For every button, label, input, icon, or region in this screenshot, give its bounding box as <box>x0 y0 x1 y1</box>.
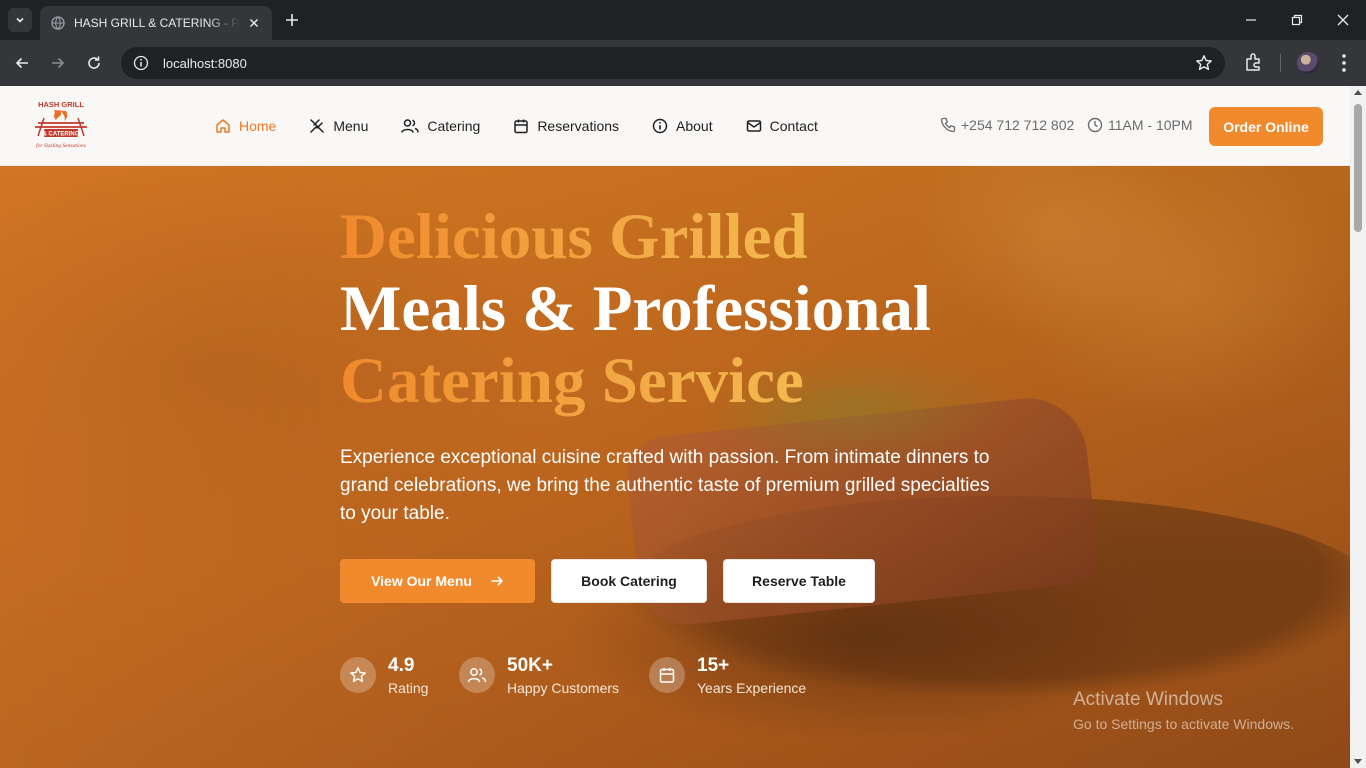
more-menu-icon[interactable] <box>1334 52 1354 74</box>
clock-icon <box>1087 117 1103 133</box>
stat-customers-badge <box>459 657 495 693</box>
svg-text:HASH GRILL: HASH GRILL <box>38 100 84 109</box>
nav-label-contact: Contact <box>769 118 818 134</box>
nav-label-home: Home <box>239 118 277 134</box>
reload-button[interactable] <box>82 51 106 75</box>
nav-label-reservations: Reservations <box>537 118 620 134</box>
site-header: HASH GRILL & CATERING for Sizzling Sensa… <box>0 86 1350 166</box>
arrow-right-icon <box>491 576 504 586</box>
back-button[interactable] <box>10 51 34 75</box>
site-info-icon[interactable] <box>133 55 149 71</box>
url-text: localhost:8080 <box>163 55 247 71</box>
nav-item-contact[interactable]: Contact <box>746 114 818 138</box>
browser-tabstrip: HASH GRILL & CATERING - Premium Grill & … <box>0 0 1366 40</box>
browser-tab-active[interactable]: HASH GRILL & CATERING - Premium Grill & … <box>40 6 272 40</box>
globe-icon <box>50 15 66 31</box>
stat-rating: 4.9 Rating <box>340 654 428 698</box>
tab-title: HASH GRILL & CATERING - Premium Grill & … <box>74 16 240 30</box>
restore-icon <box>1291 14 1303 26</box>
tab-close-icon[interactable] <box>246 15 262 31</box>
watermark-subtitle: Go to Settings to activate Windows. <box>1073 716 1294 732</box>
stat-customers: 50K+ Happy Customers <box>459 654 619 698</box>
nav-item-home[interactable]: Home <box>215 114 276 138</box>
toolbar-divider <box>1280 54 1281 72</box>
svg-text:for Sizzling Sensations: for Sizzling Sensations <box>36 142 86 149</box>
stat-rating-label: Rating <box>388 680 429 696</box>
reserve-table-button[interactable]: Reserve Table <box>723 559 875 603</box>
bookmark-star-icon[interactable] <box>1195 54 1213 72</box>
forward-button[interactable] <box>46 51 70 75</box>
view-menu-button[interactable]: View Our Menu <box>340 559 535 603</box>
address-bar[interactable]: localhost:8080 <box>121 47 1225 79</box>
home-icon <box>216 119 230 133</box>
hero-intro-text: Experience exceptional cuisine crafted w… <box>340 447 990 524</box>
scroll-down-arrow-icon[interactable] <box>1354 759 1362 764</box>
close-icon <box>1337 14 1349 26</box>
watermark-title: Activate Windows <box>1073 689 1223 710</box>
mail-icon <box>746 120 761 132</box>
arrow-right-icon <box>52 57 65 69</box>
new-tab-button[interactable] <box>282 10 302 30</box>
stat-experience-label: Years Experience <box>697 680 807 696</box>
nav-item-menu[interactable]: Menu <box>309 114 368 138</box>
utensils-icon <box>310 119 325 133</box>
info-icon <box>652 118 668 134</box>
phone-icon <box>940 117 956 133</box>
stat-customers-label: Happy Customers <box>507 680 620 696</box>
page-viewport: HASH GRILL & CATERING for Sizzling Sensa… <box>0 86 1350 768</box>
headline-line-2: Meals & Professional <box>340 273 931 345</box>
nav-item-about[interactable]: About <box>652 114 713 138</box>
scrollbar-thumb[interactable] <box>1354 104 1362 232</box>
stat-customers-value: 50K+ <box>507 655 553 676</box>
view-menu-label: View Our Menu <box>371 573 472 589</box>
header-phone[interactable]: +254 712 712 802 <box>940 117 1074 133</box>
browser-toolbar: localhost:8080 <box>0 40 1366 86</box>
close-window-button[interactable] <box>1320 0 1366 40</box>
stat-rating-badge <box>340 657 376 693</box>
book-catering-button[interactable]: Book Catering <box>551 559 707 603</box>
reload-icon <box>88 56 100 69</box>
windows-activation-watermark: Activate Windows Go to Settings to activ… <box>1073 688 1294 734</box>
brand-logo[interactable]: HASH GRILL & CATERING for Sizzling Sensa… <box>30 96 92 156</box>
nav-label-catering: Catering <box>427 118 481 134</box>
svg-text:& CATERING: & CATERING <box>43 132 80 138</box>
hero-section: Delicious Grilled Meals & Professional C… <box>0 166 1350 768</box>
opening-hours: 11AM - 10PM <box>1108 117 1193 133</box>
nav-label-menu: Menu <box>333 118 369 134</box>
minimize-button[interactable] <box>1228 0 1274 40</box>
stat-rating-value: 4.9 <box>388 655 415 676</box>
nav-item-reservations[interactable]: Reservations <box>513 114 619 138</box>
nav-item-catering[interactable]: Catering <box>401 114 480 138</box>
chevron-down-icon <box>16 17 24 23</box>
nav-label-about: About <box>676 118 713 134</box>
profile-avatar[interactable] <box>1297 52 1319 74</box>
main-nav: Home Menu Catering Reservations About Co… <box>215 114 851 138</box>
extensions-icon[interactable] <box>1243 51 1265 73</box>
order-online-button[interactable]: Order Online <box>1209 107 1323 146</box>
star-icon <box>350 667 366 683</box>
stat-experience-value: 15+ <box>697 655 730 676</box>
users-icon <box>401 119 420 133</box>
stat-experience: 15+ Years Experience <box>649 654 806 698</box>
phone-number: +254 712 712 802 <box>961 117 1075 133</box>
calendar-icon <box>514 119 529 134</box>
calendar-icon <box>659 667 675 683</box>
headline-line-1: Delicious Grilled <box>340 201 931 273</box>
plus-icon <box>286 14 298 26</box>
header-hours: 11AM - 10PM <box>1087 117 1193 133</box>
page-scrollbar[interactable] <box>1350 86 1366 768</box>
arrow-left-icon <box>15 57 28 69</box>
scroll-up-arrow-icon[interactable] <box>1354 90 1362 95</box>
stat-experience-badge <box>649 657 685 693</box>
users-icon <box>467 668 487 683</box>
tab-search-button[interactable] <box>8 8 32 32</box>
hero-headline: Delicious Grilled Meals & Professional C… <box>340 201 931 417</box>
restore-button[interactable] <box>1274 0 1320 40</box>
minimize-icon <box>1246 19 1256 21</box>
headline-line-3: Catering Service <box>340 345 931 417</box>
